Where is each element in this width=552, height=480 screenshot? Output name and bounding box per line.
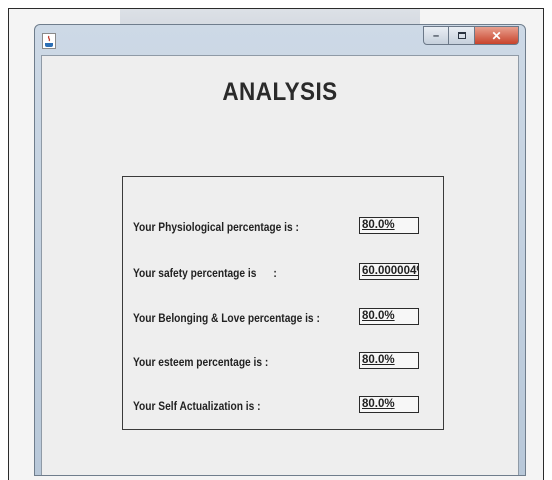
minimize-button[interactable]: – — [423, 26, 449, 45]
self-actualization-value-field[interactable]: 80.0% — [359, 396, 419, 413]
safety-label: Your safety percentage is : — [133, 266, 277, 280]
physiological-label: Your Physiological percentage is : — [133, 220, 299, 234]
self-actualization-row: Your Self Actualization is : 80.0% — [133, 396, 419, 416]
title-bar[interactable]: – ✕ — [35, 25, 525, 55]
minimize-icon: – — [432, 29, 440, 42]
safety-value-field[interactable]: 60.000004% — [359, 263, 419, 280]
maximize-icon — [457, 32, 466, 39]
window-controls: – ✕ — [423, 26, 519, 46]
belonging-love-row: Your Belonging & Love percentage is : 80… — [133, 308, 419, 328]
close-icon: ✕ — [491, 28, 502, 43]
physiological-value-field[interactable]: 80.0% — [359, 217, 419, 234]
self-actualization-label: Your Self Actualization is : — [133, 399, 261, 413]
physiological-row: Your Physiological percentage is : 80.0% — [133, 217, 419, 237]
esteem-value-field[interactable]: 80.0% — [359, 352, 419, 369]
page-title: ANALYSIS — [222, 78, 338, 106]
results-panel: Your Physiological percentage is : 80.0%… — [122, 176, 444, 430]
java-app-icon — [42, 33, 56, 49]
belonging-love-label: Your Belonging & Love percentage is : — [133, 311, 320, 325]
safety-row: Your safety percentage is : 60.000004% — [133, 263, 419, 283]
close-button[interactable]: ✕ — [475, 26, 519, 45]
analysis-window: – ✕ ANALYSIS Your Physiological percenta… — [34, 24, 526, 476]
belonging-love-value-field[interactable]: 80.0% — [359, 308, 419, 325]
window-content: ANALYSIS Your Physiological percentage i… — [41, 55, 519, 475]
maximize-button[interactable] — [449, 26, 475, 45]
esteem-row: Your esteem percentage is : 80.0% — [133, 352, 419, 372]
esteem-label: Your esteem percentage is : — [133, 355, 269, 369]
